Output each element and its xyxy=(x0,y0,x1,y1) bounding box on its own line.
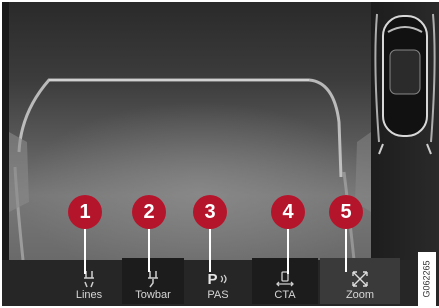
callout-2: 2 xyxy=(132,195,166,229)
lines-label: Lines xyxy=(75,289,103,301)
figure-id: G062265 xyxy=(418,252,436,306)
pas-icon-letter: P xyxy=(207,270,218,288)
cta-label: CTA xyxy=(274,289,296,301)
lines-button[interactable]: Lines xyxy=(58,258,120,304)
callout-1: 1 xyxy=(68,195,102,229)
zoom-label: Zoom xyxy=(345,289,375,301)
car-top-view-icon xyxy=(374,13,436,155)
callout-4: 4 xyxy=(271,195,305,229)
rear-camera-view xyxy=(9,2,371,260)
pas-icon: P xyxy=(207,269,228,289)
towbar-button[interactable]: Towbar xyxy=(122,258,184,304)
pas-label: PAS xyxy=(207,289,229,301)
callout-3-leader xyxy=(209,222,211,272)
zoom-button[interactable]: Zoom xyxy=(320,258,400,304)
towbar-label: Towbar xyxy=(135,289,171,301)
parking-guide-lines xyxy=(9,78,371,260)
pas-button[interactable]: P PAS xyxy=(186,258,250,304)
towbar-icon xyxy=(146,269,160,289)
figure-id-text: G062265 xyxy=(422,260,433,298)
top-view-panel xyxy=(371,2,439,260)
callout-3: 3 xyxy=(193,195,227,229)
cta-button[interactable]: CTA xyxy=(252,258,318,304)
callout-5: 5 xyxy=(329,195,363,229)
callout-5-leader xyxy=(345,222,347,272)
callout-1-leader xyxy=(84,222,86,274)
cta-icon xyxy=(276,269,294,289)
callout-2-leader xyxy=(148,222,150,272)
callout-4-leader xyxy=(287,222,289,274)
zoom-icon xyxy=(351,269,369,289)
